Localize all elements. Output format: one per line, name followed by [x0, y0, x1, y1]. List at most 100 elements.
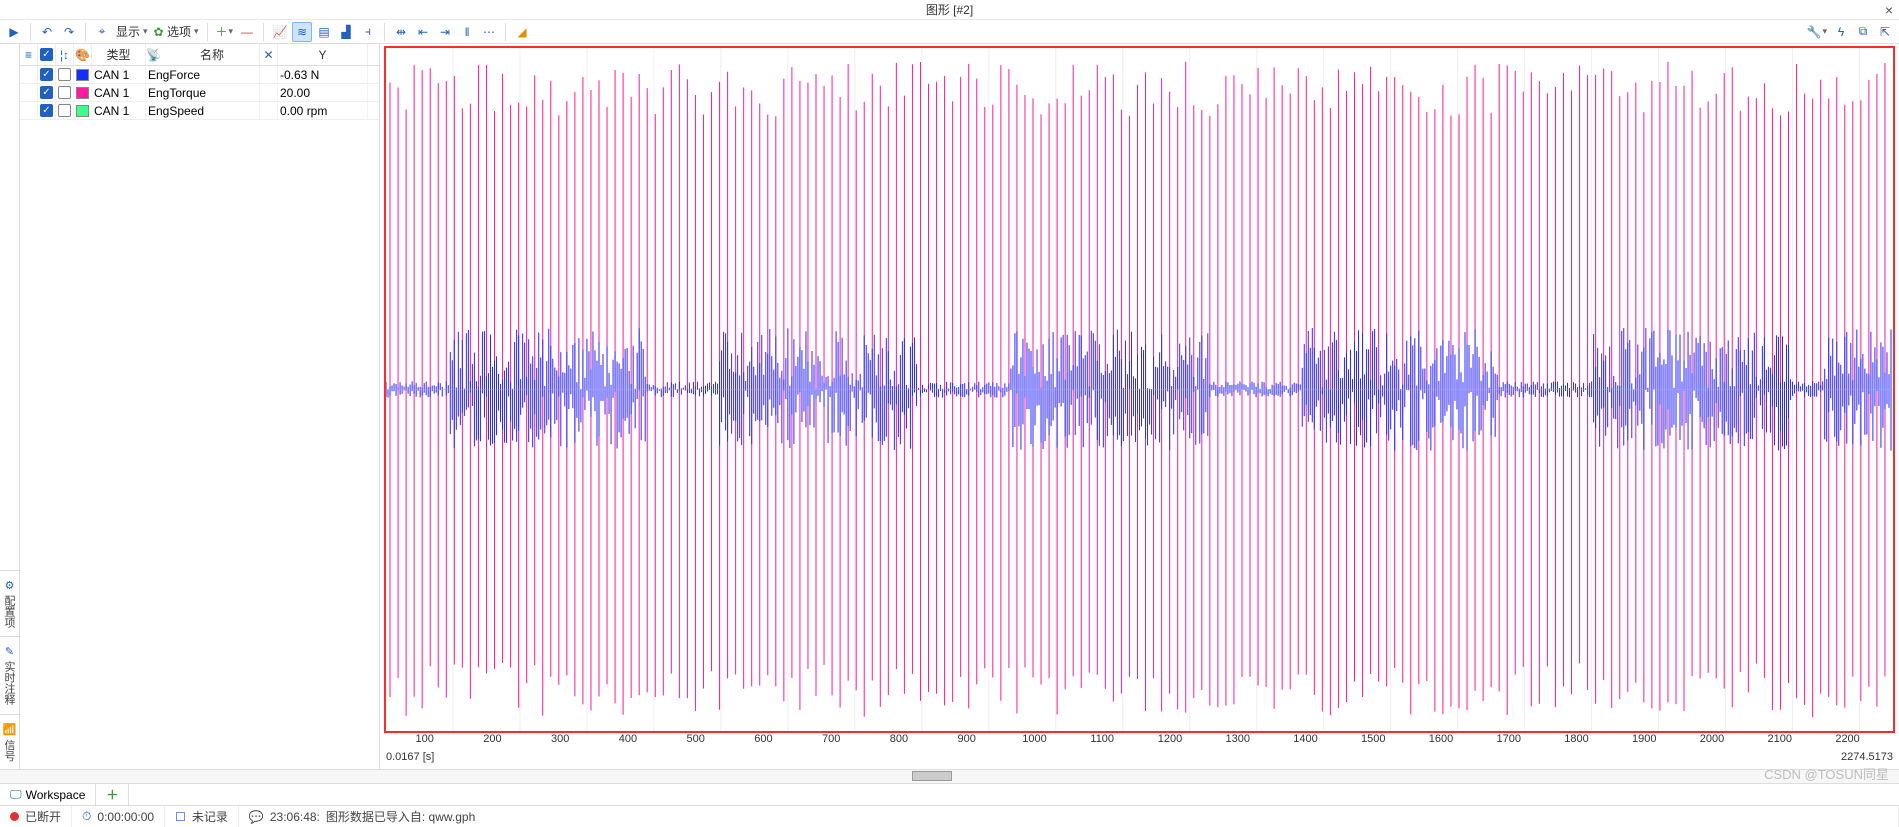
- options-dropdown[interactable]: ✿ 选项▾: [152, 22, 201, 42]
- status-dot-icon: [10, 812, 19, 821]
- x-tick: 1000: [1022, 733, 1046, 745]
- x-tick: 1100: [1090, 733, 1114, 745]
- separator: [30, 23, 31, 41]
- signal-row[interactable]: ✓ CAN 1EngTorque 20.00: [20, 84, 379, 102]
- workspace-tabs: 🖵 Workspace ＋: [0, 783, 1899, 805]
- window-title: 图形 [#2]: [926, 3, 973, 17]
- row-y: 20.00: [278, 84, 368, 101]
- separator: [505, 23, 506, 41]
- checkall-icon[interactable]: ✓: [40, 48, 53, 61]
- main-toolbar: ▶ ↶ ↷ ⌖ 显示▾ ✿ 选项▾ ＋▾ — 📈 ≋ ▤ ▟ ⫞ ⇹ ⇤ ⇥ ‖…: [0, 20, 1899, 44]
- tools-icon[interactable]: 🔧▾: [1805, 22, 1829, 42]
- row-check1[interactable]: ✓: [40, 104, 53, 117]
- row-check1[interactable]: ✓: [40, 86, 53, 99]
- x-start: 0.0167 [s]: [386, 751, 434, 769]
- erase-icon[interactable]: ◢: [512, 22, 532, 42]
- workspace-tab[interactable]: 🖵 Workspace: [0, 784, 96, 805]
- status-connection: 已断开: [0, 806, 72, 827]
- remove-icon[interactable]: —: [237, 22, 257, 42]
- chart-step-icon[interactable]: ▤: [314, 22, 334, 42]
- row-y: 0.00 rpm: [278, 102, 368, 119]
- status-msg-time: 23:06:48:: [270, 810, 320, 824]
- more-icon[interactable]: ⋯: [479, 22, 499, 42]
- chart-line-icon[interactable]: 📈: [270, 22, 290, 42]
- x-axis: 1002003004005006007008009001000110012001…: [384, 733, 1895, 751]
- export-icon[interactable]: ⇱: [1875, 22, 1895, 42]
- x-tick: 2200: [1835, 733, 1859, 745]
- monitor-icon: 🖵: [10, 787, 22, 802]
- row-check2[interactable]: [58, 86, 71, 99]
- watermark: CSDN @TOSUN同星: [1764, 764, 1889, 783]
- align-icon[interactable]: ⫞: [358, 22, 378, 42]
- options-label: 选项: [167, 23, 193, 40]
- sidetab-annotation[interactable]: ✎ 实时注释: [0, 636, 19, 713]
- status-rec-text: 未记录: [192, 808, 228, 825]
- row-type: CAN 1: [92, 102, 146, 119]
- fit-width-icon[interactable]: ⇹: [391, 22, 411, 42]
- status-record: ☐ 未记录: [165, 806, 239, 827]
- x-tick: 1500: [1361, 733, 1385, 745]
- chart-stacked-icon[interactable]: ≋: [292, 22, 312, 42]
- record-icon: ☐: [175, 810, 186, 824]
- cursor-next-icon[interactable]: ⇥: [435, 22, 455, 42]
- detach-icon[interactable]: ⧉: [1853, 22, 1873, 42]
- status-message: 💬 23:06:48: 图形数据已导入自: qww.gph: [239, 806, 1899, 827]
- row-y: -0.63 N: [278, 66, 368, 83]
- signal-row[interactable]: ✓CAN 1EngSpeed0.00 rpm: [20, 102, 379, 120]
- col-name: 名称: [165, 46, 259, 63]
- side-tabs: ⚙ 配置项 ✎ 实时注释 📶 信号: [0, 44, 20, 769]
- scrollbar-thumb[interactable]: [912, 771, 952, 781]
- status-conn-text: 已断开: [25, 808, 61, 825]
- display-label: 显示: [116, 23, 142, 40]
- color-swatch[interactable]: [76, 87, 89, 99]
- chart-area-icon[interactable]: ▟: [336, 22, 356, 42]
- x-tick: 1300: [1225, 733, 1249, 745]
- col-y: Y: [278, 44, 368, 65]
- cursor-prev-icon[interactable]: ⇤: [413, 22, 433, 42]
- x-tick: 1200: [1158, 733, 1182, 745]
- play-icon[interactable]: ▶: [4, 22, 24, 42]
- flash-icon[interactable]: ϟ: [1831, 22, 1851, 42]
- titlebar: 图形 [#2] ×: [0, 0, 1899, 20]
- signal-panel: ≡ ✓ ¦↕ 🎨 类型 📡名称 ✕ Y ✓CAN 1EngForce-0.63 …: [20, 44, 380, 769]
- x-tick: 1600: [1429, 733, 1453, 745]
- signal-row[interactable]: ✓ CAN 1EngForce -0.63 N: [20, 66, 379, 84]
- palette-icon[interactable]: 🎨: [75, 48, 90, 62]
- workspace-add[interactable]: ＋: [96, 784, 129, 805]
- gear-icon: ⚙: [3, 579, 15, 592]
- comment-icon: 💬: [249, 810, 264, 824]
- redo-icon[interactable]: ↷: [59, 22, 79, 42]
- row-check1[interactable]: ✓: [40, 68, 53, 81]
- color-swatch[interactable]: [76, 105, 89, 117]
- h-scrollbar[interactable]: [0, 769, 1899, 783]
- status-timer: ⏱ 0:00:00:00: [72, 806, 165, 827]
- x-tick: 2000: [1700, 733, 1724, 745]
- row-check2[interactable]: [58, 104, 71, 117]
- settings-icon[interactable]: ✕: [263, 48, 273, 62]
- row-name: EngTorque: [146, 84, 260, 101]
- x-tick: 900: [958, 733, 976, 745]
- undo-icon[interactable]: ↶: [37, 22, 57, 42]
- row-type: CAN 1: [92, 84, 146, 101]
- display-dropdown[interactable]: 显示▾: [114, 22, 150, 42]
- tune-icon[interactable]: ¦↕: [60, 48, 69, 62]
- pause-icon[interactable]: ‖: [457, 22, 477, 42]
- sidetab-signal[interactable]: 📶 信号: [0, 714, 19, 770]
- separator: [263, 23, 264, 41]
- color-swatch[interactable]: [76, 69, 89, 81]
- row-check2[interactable]: [58, 68, 71, 81]
- zoom-target-icon[interactable]: ⌖: [92, 22, 112, 42]
- separator: [384, 23, 385, 41]
- row-name: EngForce: [146, 66, 260, 83]
- plot-canvas[interactable]: [384, 46, 1895, 733]
- x-tick: 1400: [1293, 733, 1317, 745]
- close-icon[interactable]: ×: [1885, 0, 1893, 20]
- sidetab-config[interactable]: ⚙ 配置项: [0, 570, 19, 636]
- col-type: 类型: [92, 44, 146, 65]
- pencil-icon: ✎: [3, 645, 15, 658]
- row-type: CAN 1: [92, 66, 146, 83]
- x-tick: 2100: [1768, 733, 1792, 745]
- add-icon[interactable]: ＋▾: [214, 22, 236, 42]
- list-icon: ≡: [25, 48, 32, 62]
- x-axis-range: 0.0167 [s] 2274.5173: [384, 751, 1895, 769]
